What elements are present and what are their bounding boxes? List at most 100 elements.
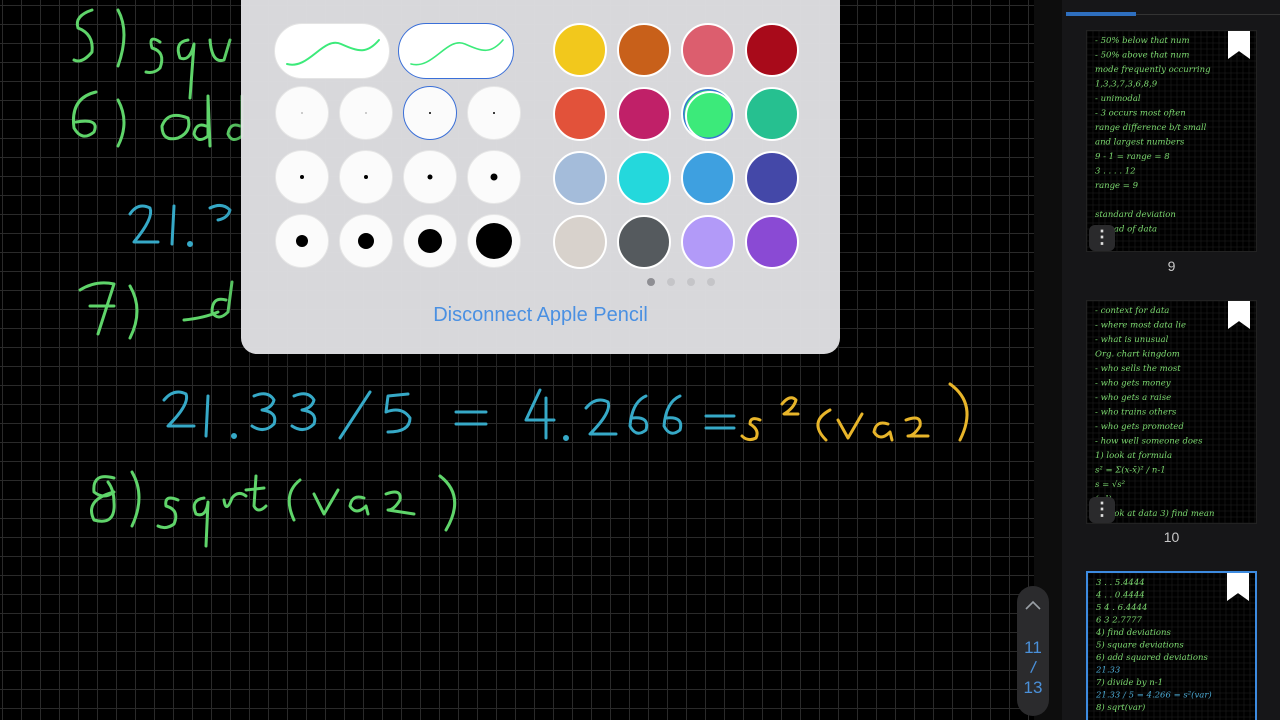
color-swatch[interactable] [745,151,799,205]
page-dot[interactable] [687,278,695,286]
ink-line-8 [90,470,457,548]
color-swatch[interactable] [617,23,671,77]
size-dot-icon [364,175,368,179]
thumbnail-text-line: 1) look at formula [1095,450,1172,461]
size-dot-icon [490,173,498,181]
size-dot-icon [429,112,431,114]
page-thumbnail-11[interactable]: 3 . . 5.4444 4 . . 0.4444 5 4 . 6.4444 6 3 … [1086,571,1257,720]
color-swatch[interactable] [681,87,735,141]
thumbnail-text-line: 3 . . . . 12 [1095,167,1136,177]
size-dot-icon [476,223,512,259]
color-swatch[interactable] [745,23,799,77]
thumbnail-text-line: 8) sqrt(var) [1096,702,1145,713]
thumbnail-text-line: mode frequently occurring [1095,65,1211,75]
thumbnail-text-line: - where most data lie [1095,321,1186,331]
stroke-size-button[interactable] [467,86,521,140]
size-dot-icon [493,112,495,114]
current-page-number: 11 [1024,638,1042,657]
more-options-icon[interactable]: ⋮ [1089,497,1115,523]
stroke-size-button[interactable] [467,150,521,204]
page-dot[interactable] [667,278,675,286]
thumbnail-text-line: 6 3 2.7777 [1096,616,1143,626]
size-dot-icon [365,112,367,114]
page-separator: / [1029,657,1038,678]
stroke-preview-icon [286,39,380,66]
thumbnail-preview: - context for data - where most data lie -… [1087,301,1256,523]
size-dot-icon [300,175,304,179]
thumbnail-text-line: range difference b/t small [1095,123,1207,133]
notes-app: 11 / 13 - 50% below that num - 50% above … [0,0,1280,720]
stroke-size-button[interactable] [339,86,393,140]
thumbnail-text-line: - 50% below that num [1095,36,1190,46]
thumbnail-text-line: - 3 occurs most often [1095,109,1186,119]
pen-stroke-tapered-button[interactable] [398,23,514,79]
thumbnail-text-line: standard deviation [1095,210,1176,220]
color-swatch[interactable] [745,215,799,269]
chevron-up-icon[interactable] [1021,594,1045,618]
thumbnail-text-line: 5 4 . 6.4444 [1096,603,1147,613]
color-swatch[interactable] [617,151,671,205]
thumbnail-text-line: - who gets money [1095,379,1171,389]
color-swatch[interactable] [553,215,607,269]
total-pages: 13 [1023,678,1043,697]
sidebar-active-tab-indicator [1066,12,1136,16]
thumbnail-text-line: 7) divide by n-1 [1096,677,1163,688]
thumbnail-text-line: Org. chart kingdom [1095,350,1180,360]
thumbnail-text-line: - who sells the most [1095,364,1181,374]
stroke-size-button[interactable] [275,86,329,140]
disconnect-apple-pencil-button[interactable]: Disconnect Apple Pencil [241,304,840,327]
color-swatch[interactable] [553,87,607,141]
thumbnail-text-line: 6) add squared deviations [1096,652,1208,663]
color-swatch[interactable] [745,87,799,141]
page-thumbnail-10[interactable]: - context for data - where most data lie -… [1086,300,1257,524]
thumbnail-text-line: range = 9 [1095,181,1139,191]
thumbnail-text-line: and largest numbers [1095,138,1185,148]
page-dot[interactable] [647,278,655,286]
stroke-size-button[interactable] [403,150,457,204]
thumbnail-preview: - 50% below that num - 50% above that num… [1087,31,1256,251]
thumbnail-text-line: 21.33 / 5 = 4.266 = s²(var) [1095,690,1212,701]
size-dot-icon [418,229,442,253]
thumbnail-text-line: 9 - 1 = range = 8 [1095,152,1170,162]
color-swatch[interactable] [553,151,607,205]
color-swatch[interactable] [681,151,735,205]
page-thumbnail-9[interactable]: - 50% below that num - 50% above that num… [1086,30,1257,252]
stroke-size-button[interactable] [467,214,521,268]
stroke-size-button[interactable] [339,214,393,268]
page-navigator[interactable]: 11 / 13 [1017,586,1049,716]
more-options-icon[interactable]: ⋮ [1089,225,1115,251]
stroke-size-button[interactable] [275,150,329,204]
thumbnail-text-line: s = √s² [1095,480,1126,490]
page-label-10: 10 [1163,529,1180,545]
size-dot-icon [301,112,303,114]
pen-stroke-button[interactable] [274,23,390,79]
ink-line-7 [78,280,234,340]
color-swatch[interactable] [553,23,607,77]
size-dot-icon [427,174,433,180]
ink-line-5 [72,8,232,100]
color-swatch[interactable] [617,87,671,141]
stroke-size-button[interactable] [403,214,457,268]
stroke-preview-icon [410,39,504,66]
color-swatch[interactable] [681,215,735,269]
thumbnail-text-line: - how well someone does [1095,437,1203,447]
thumbnail-text-line: 4) find deviations [1095,627,1171,638]
page-label-9: 9 [1167,258,1176,274]
color-swatch[interactable] [617,215,671,269]
page-dot[interactable] [707,278,715,286]
ink-line-sum [128,203,232,247]
size-dot-icon [296,235,308,247]
color-swatch[interactable] [681,23,735,77]
stroke-size-button[interactable] [339,150,393,204]
thumbnail-text-line: - who gets promoted [1095,422,1184,432]
thumbnail-text-line: - what is unusual [1095,335,1169,345]
thumbnail-text-line: 1,3,3,7,3,6,8,9 [1095,80,1158,90]
stroke-size-button[interactable] [275,214,329,268]
pen-options-popover: Disconnect Apple Pencil [241,0,840,354]
thumbnail-text-line: - who gets a raise [1095,393,1171,403]
sidebar-tab-divider [1136,14,1280,15]
stroke-size-button[interactable] [403,86,457,140]
thumbnail-text-line: 5) square deviations [1096,640,1184,651]
popover-page-indicator [647,278,715,286]
thumbnail-text-line: s² = Σ(x-x̄)² / n-1 [1095,465,1166,476]
